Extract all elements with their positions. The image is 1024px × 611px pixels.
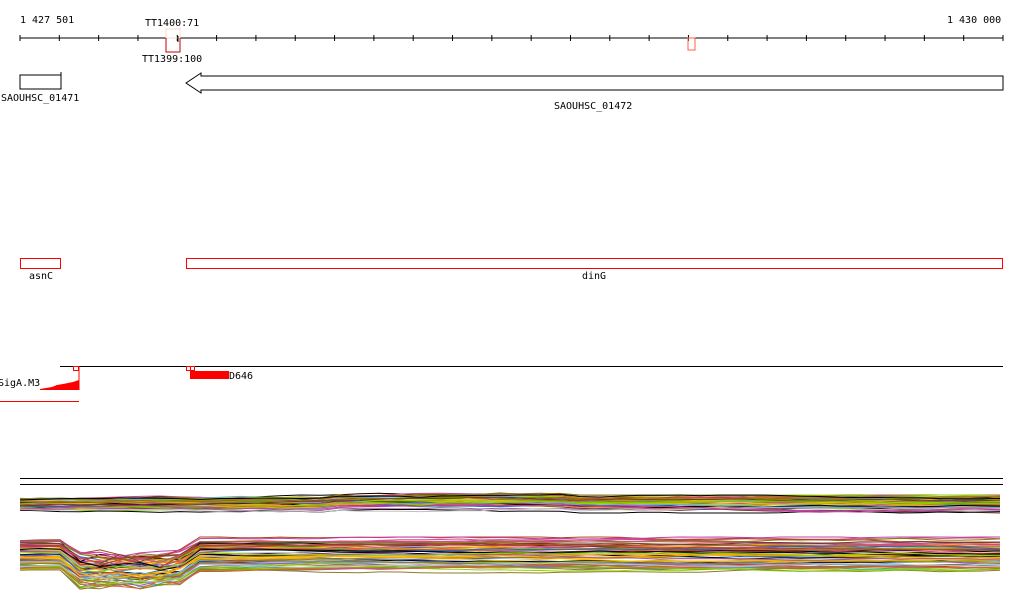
gene-asnC[interactable]: asnC — [20, 258, 61, 283]
terminator-label: TT1400:71 — [145, 18, 199, 29]
gene-name-label: asnC — [29, 271, 53, 282]
expression-group-2 — [19, 536, 1001, 590]
gene-name-label: dinG — [582, 271, 606, 282]
motif-d646[interactable]: D646 — [186, 366, 254, 383]
gene-dinG[interactable]: dinG — [186, 258, 1003, 283]
motif-label: D646 — [229, 371, 253, 382]
ruler-end-label: 1 430 000 — [947, 15, 1001, 26]
terminator-tt1400[interactable]: TT1400:71 — [145, 18, 199, 39]
motif-label: SigA.M3 — [0, 378, 40, 389]
terminator-marker[interactable] — [687, 37, 696, 51]
motif-sigA-m3[interactable]: SigA.M3 — [0, 366, 80, 402]
gene-label: SAOUHSC_01472 — [554, 101, 632, 112]
terminator-tt1399[interactable]: TT1399:100 — [142, 36, 202, 65]
genome-browser[interactable]: 1 427 501 1 430 000 TT1400:71 TT1399:100… — [0, 0, 1024, 611]
expression-profiles — [19, 478, 1003, 590]
ruler-start-label: 1 427 501 — [20, 15, 74, 26]
expression-group-1 — [19, 492, 1001, 514]
gene-saouhsc-01471[interactable]: SAOUHSC_01471 — [1, 72, 79, 104]
gene-label: SAOUHSC_01471 — [1, 93, 79, 104]
terminator-label: TT1399:100 — [142, 54, 202, 65]
gene-saouhsc-01472[interactable]: SAOUHSC_01472 — [185, 72, 1004, 112]
